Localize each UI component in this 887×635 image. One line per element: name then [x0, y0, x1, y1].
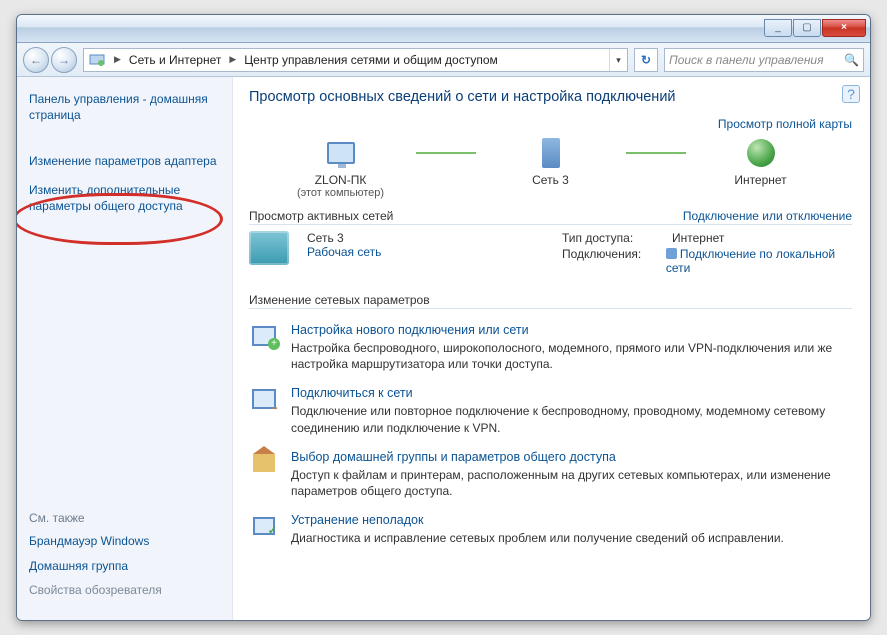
network-center-icon	[88, 51, 106, 69]
help-button[interactable]: ?	[842, 85, 860, 103]
heading-text: Просмотр активных сетей	[249, 209, 393, 223]
task-new-connection: Настройка нового подключения или сети На…	[249, 323, 852, 372]
hub-icon	[542, 138, 560, 168]
homegroup-icon	[253, 454, 275, 472]
task-link[interactable]: Выбор домашней группы и параметров общег…	[291, 450, 616, 464]
see-also-heading: См. также	[29, 511, 222, 525]
breadcrumb-dropdown-button[interactable]: ▾	[609, 49, 627, 71]
task-homegroup: Выбор домашней группы и параметров общег…	[249, 450, 852, 499]
node-sublabel: (этот компьютер)	[266, 187, 416, 199]
task-description: Диагностика и исправление сетевых пробле…	[291, 530, 784, 546]
ethernet-icon	[666, 248, 677, 259]
access-type-label: Тип доступа:	[562, 231, 672, 245]
task-troubleshoot: Устранение неполадок Диагностика и испра…	[249, 513, 852, 546]
search-input[interactable]: Поиск в панели управления 🔍	[664, 48, 864, 72]
main-content: ? Просмотр основных сведений о сети и на…	[233, 77, 870, 620]
access-type-value: Интернет	[672, 231, 724, 245]
search-icon: 🔍	[844, 53, 859, 67]
computer-icon	[327, 142, 355, 164]
new-connection-icon	[252, 326, 276, 346]
connect-icon	[252, 389, 276, 409]
sidebar-link-adapter-settings[interactable]: Изменение параметров адаптера	[29, 153, 222, 169]
titlebar: _ ▢ ×	[17, 15, 870, 43]
globe-icon	[747, 139, 775, 167]
sidebar-link-home[interactable]: Панель управления - домашняя страница	[29, 91, 222, 123]
task-link[interactable]: Настройка нового подключения или сети	[291, 323, 529, 337]
refresh-button[interactable]: ↻	[634, 48, 658, 72]
active-network-panel: Сеть 3 Рабочая сеть Тип доступа:Интернет…	[249, 231, 852, 277]
network-map: ZLON-ПК (этот компьютер) Сеть 3 Интернет	[249, 135, 852, 199]
nav-forward-button[interactable]: →	[51, 47, 77, 73]
connections-label: Подключения:	[562, 247, 666, 275]
address-bar: ← → ▶ Сеть и Интернет ▶ Центр управления…	[17, 43, 870, 77]
search-placeholder: Поиск в панели управления	[669, 53, 824, 67]
node-label: Интернет	[686, 173, 836, 187]
control-panel-window: _ ▢ × ← → ▶ Сеть и Интернет ▶ Центр упра…	[16, 14, 871, 621]
task-description: Доступ к файлам и принтерам, расположенн…	[291, 467, 852, 499]
task-link[interactable]: Подключиться к сети	[291, 386, 413, 400]
breadcrumb-item-network[interactable]: Сеть и Интернет	[125, 49, 225, 71]
chevron-right-icon: ▶	[225, 54, 240, 65]
map-node-internet[interactable]: Интернет	[686, 135, 836, 187]
active-networks-heading: Просмотр активных сетей Подключение или …	[249, 209, 852, 225]
breadcrumb[interactable]: ▶ Сеть и Интернет ▶ Центр управления сет…	[83, 48, 628, 72]
sidebar: Панель управления - домашняя страница Из…	[17, 77, 233, 620]
view-full-map-link[interactable]: Просмотр полной карты	[718, 117, 852, 131]
minimize-button[interactable]: _	[764, 19, 792, 37]
node-label: ZLON-ПК	[266, 173, 416, 187]
server-icon	[249, 231, 289, 265]
map-link-line	[626, 135, 686, 171]
node-label: Сеть 3	[476, 173, 626, 187]
breadcrumb-item-sharing-center[interactable]: Центр управления сетями и общим доступом	[240, 49, 502, 71]
network-type-link[interactable]: Рабочая сеть	[307, 245, 381, 259]
nav-back-button[interactable]: ←	[23, 47, 49, 73]
maximize-button[interactable]: ▢	[793, 19, 821, 37]
task-description: Настройка беспроводного, широкополосного…	[291, 340, 852, 372]
task-connect: Подключиться к сети Подключение или повт…	[249, 386, 852, 435]
page-title: Просмотр основных сведений о сети и наст…	[249, 89, 852, 105]
map-link-line	[416, 135, 476, 171]
network-name: Сеть 3	[307, 231, 344, 245]
chevron-right-icon: ▶	[110, 54, 125, 65]
diagnostics-icon	[253, 517, 275, 535]
connection-link[interactable]: Подключение по локальной сети	[666, 247, 835, 275]
network-settings-heading: Изменение сетевых параметров	[249, 293, 852, 309]
task-description: Подключение или повторное подключение к …	[291, 403, 852, 435]
sidebar-link-firewall[interactable]: Брандмауэр Windows	[29, 533, 222, 549]
task-link[interactable]: Устранение неполадок	[291, 513, 423, 527]
map-node-this-pc[interactable]: ZLON-ПК (этот компьютер)	[266, 135, 416, 199]
map-node-network[interactable]: Сеть 3	[476, 135, 626, 187]
heading-text: Изменение сетевых параметров	[249, 293, 430, 307]
sidebar-link-homegroup[interactable]: Домашняя группа	[29, 558, 222, 574]
connect-disconnect-link[interactable]: Подключение или отключение	[683, 209, 852, 223]
sidebar-link-sharing-settings[interactable]: Изменить дополнительные параметры общего…	[29, 182, 222, 214]
sidebar-link-internet-options[interactable]: Свойства обозревателя	[29, 582, 222, 598]
close-button[interactable]: ×	[822, 19, 866, 37]
